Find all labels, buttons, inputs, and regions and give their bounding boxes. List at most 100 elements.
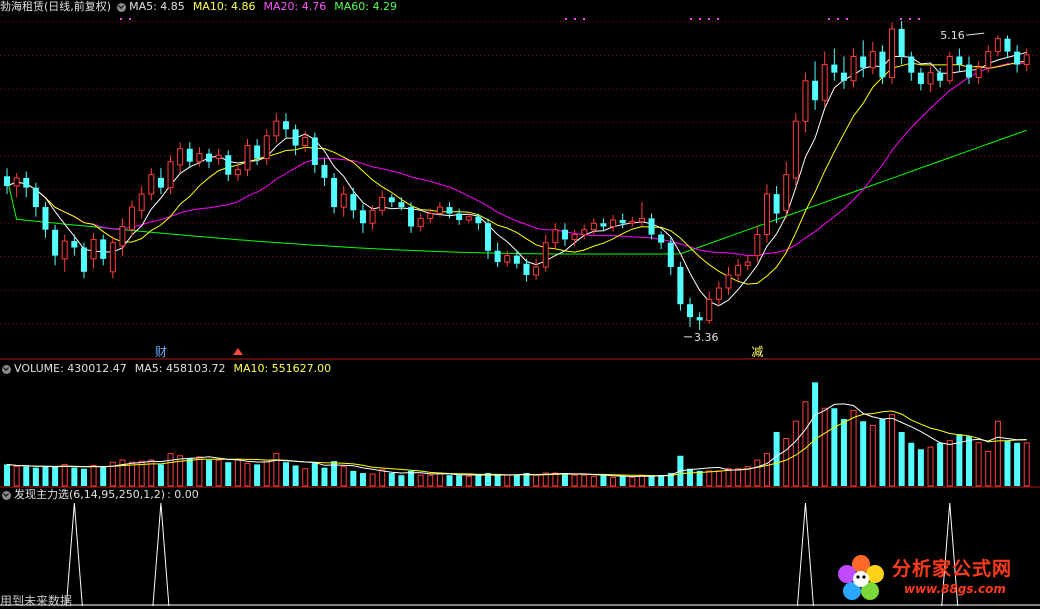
indicator-settings-circle-icon[interactable]	[2, 490, 11, 500]
volume-bar	[1004, 440, 1011, 486]
candle-body	[417, 217, 424, 227]
candle-body	[32, 187, 39, 208]
volume-bar	[369, 473, 376, 487]
volume-bar	[23, 466, 30, 486]
candle-body	[889, 28, 896, 79]
candle-body	[917, 72, 924, 84]
volume-bar	[196, 456, 203, 487]
volume-bar	[937, 442, 944, 486]
volume-bar	[773, 432, 780, 486]
volume-bar	[994, 420, 1001, 487]
candle-body	[129, 206, 136, 231]
candle-body	[533, 266, 540, 276]
volume-bar	[975, 442, 982, 487]
volume-bar	[129, 461, 136, 487]
candle-body	[80, 247, 87, 272]
volume-bar	[282, 462, 289, 486]
volume-bar	[802, 401, 809, 487]
candle-body	[359, 210, 366, 224]
candle-body	[783, 174, 790, 211]
volume-bar	[687, 468, 694, 486]
low-price-label: 3.36	[694, 331, 719, 344]
volume-bar	[629, 476, 636, 487]
candle-body	[994, 38, 1001, 53]
volume-bar	[475, 475, 482, 486]
candle-body	[860, 56, 867, 68]
candle-body	[109, 242, 116, 273]
volume-bar	[32, 467, 39, 486]
candle-body	[436, 206, 443, 215]
candle-body	[71, 241, 78, 248]
volume-bar	[311, 462, 318, 486]
candle-body	[311, 137, 318, 165]
volume-bar	[725, 468, 732, 487]
candle-body	[369, 209, 376, 224]
volume-bar	[658, 475, 665, 486]
candle-body	[677, 266, 684, 305]
volume-bar	[42, 466, 49, 486]
high-price-label: 5.16	[940, 29, 965, 42]
candle-body	[706, 298, 713, 321]
candle-body	[735, 264, 742, 276]
settings-circle-icon[interactable]	[117, 2, 127, 12]
candle-body	[629, 221, 636, 224]
volume-bar	[715, 470, 722, 487]
volume-bar	[340, 466, 347, 487]
volume-bar	[946, 440, 953, 487]
volume-bar	[379, 469, 386, 487]
watermark: 分析家公式网 www.88gs.com	[834, 552, 1034, 606]
candle-body	[244, 145, 251, 171]
volume-bar	[61, 463, 68, 487]
candle-body	[234, 169, 241, 176]
top-marker-dot	[900, 18, 902, 20]
volume-bar	[648, 475, 655, 486]
volume-bar	[513, 475, 520, 486]
candle-body	[456, 213, 463, 220]
candle-body	[581, 229, 588, 236]
candle-body	[42, 207, 49, 230]
volume-bar	[619, 476, 626, 486]
ma60-label: MA60: 4.29	[334, 0, 397, 13]
candle-body	[619, 220, 626, 224]
candle-body	[658, 234, 665, 243]
candle-body	[4, 176, 10, 186]
volume-bar	[71, 467, 78, 486]
candle-body	[869, 51, 876, 69]
candle-body	[282, 121, 289, 130]
top-marker-dot	[120, 18, 122, 20]
candle-body	[13, 177, 20, 187]
candle-body	[821, 64, 828, 101]
top-marker-dot	[129, 18, 131, 20]
top-marker-dot	[574, 18, 576, 20]
candle-body	[186, 148, 193, 162]
candle-body	[725, 274, 732, 289]
top-marker-dot	[565, 18, 567, 20]
volume-bar	[869, 425, 876, 487]
volume-bar	[840, 419, 847, 486]
candle-body	[475, 216, 482, 224]
volume-bar	[889, 414, 896, 487]
candle-body	[263, 135, 270, 159]
candle-body	[215, 154, 222, 159]
candle-body	[985, 51, 992, 69]
volume-bar	[860, 421, 867, 486]
volume-settings-circle-icon[interactable]	[2, 364, 11, 374]
volume-bar	[225, 462, 232, 486]
candle-body	[1014, 51, 1021, 65]
volume-bar	[571, 474, 578, 487]
candle-body	[946, 55, 953, 82]
top-marker-dot	[846, 18, 848, 20]
top-marker-dot	[699, 18, 701, 20]
candle-body	[850, 55, 857, 82]
candle-body	[167, 161, 174, 189]
candle-body	[446, 207, 453, 214]
top-marker-dot	[708, 18, 710, 20]
top-marker-row	[120, 18, 920, 20]
volume-bar	[234, 459, 241, 487]
ma20-line	[6, 62, 1027, 257]
candle-body	[638, 217, 645, 223]
volume-bar	[177, 455, 184, 487]
volume-bar	[167, 453, 174, 487]
candle-body	[177, 148, 184, 166]
candle-body	[196, 153, 203, 163]
